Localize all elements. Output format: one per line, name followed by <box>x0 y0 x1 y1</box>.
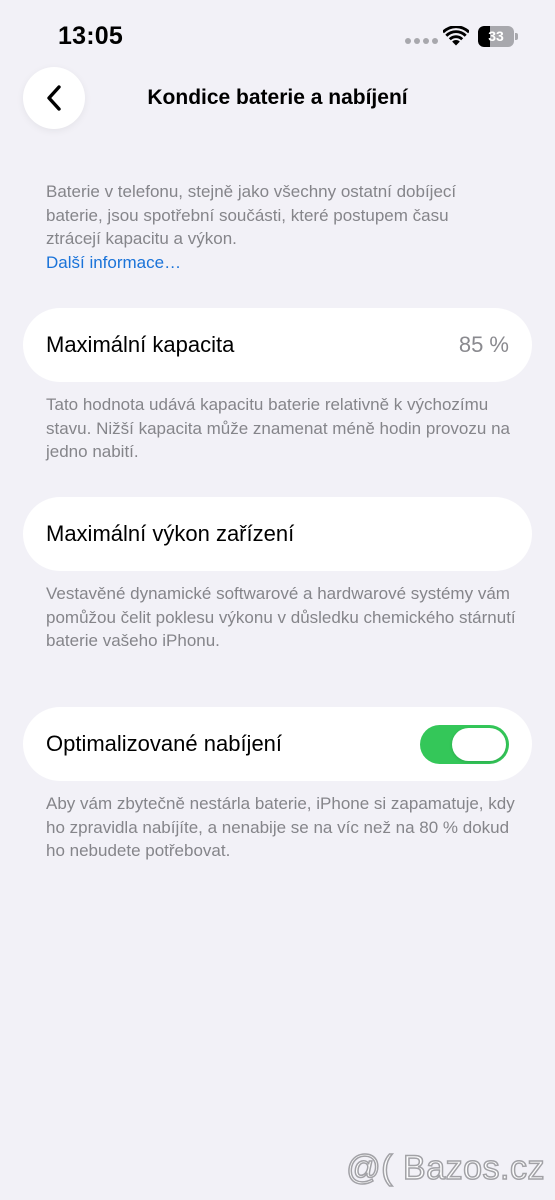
max-capacity-note: Tato hodnota udává kapacitu baterie rela… <box>46 395 510 461</box>
toggle-knob <box>452 728 506 761</box>
intro-text-block: Baterie v telefonu, stejně jako všechny … <box>46 180 506 274</box>
max-capacity-label: Maximální kapacita <box>46 332 235 357</box>
page-title: Kondice baterie a nabíjení <box>147 86 408 109</box>
status-time: 13:05 <box>58 22 123 50</box>
max-capacity-row: Maximální kapacita 85 % <box>23 308 532 382</box>
battery-icon: 33 <box>478 26 518 47</box>
peak-performance-note: Vestavěné dynamické softwarové a hardwar… <box>46 584 516 650</box>
intro-text: Baterie v telefonu, stejně jako všechny … <box>46 182 457 248</box>
optimized-charging-label: Optimalizované nabíjení <box>46 731 283 756</box>
bazos-watermark: @( Bazos.cz <box>346 1148 546 1188</box>
wifi-icon <box>443 26 469 46</box>
max-capacity-value: 85 % <box>458 332 509 357</box>
optimized-charging-note: Aby vám zbytečně nestárla baterie, iPhon… <box>46 794 515 860</box>
optimized-charging-row: Optimalizované nabíjení <box>23 707 532 781</box>
peak-performance-row: Maximální výkon zařízení <box>23 497 532 571</box>
cellular-dots-icon <box>405 38 438 44</box>
optimized-charging-toggle[interactable] <box>420 725 509 764</box>
more-info-link[interactable]: Další informace… <box>46 251 506 275</box>
battery-level: 33 <box>488 28 504 44</box>
peak-performance-label: Maximální výkon zařízení <box>46 521 295 546</box>
status-bar: 13:05 33 <box>0 0 555 72</box>
